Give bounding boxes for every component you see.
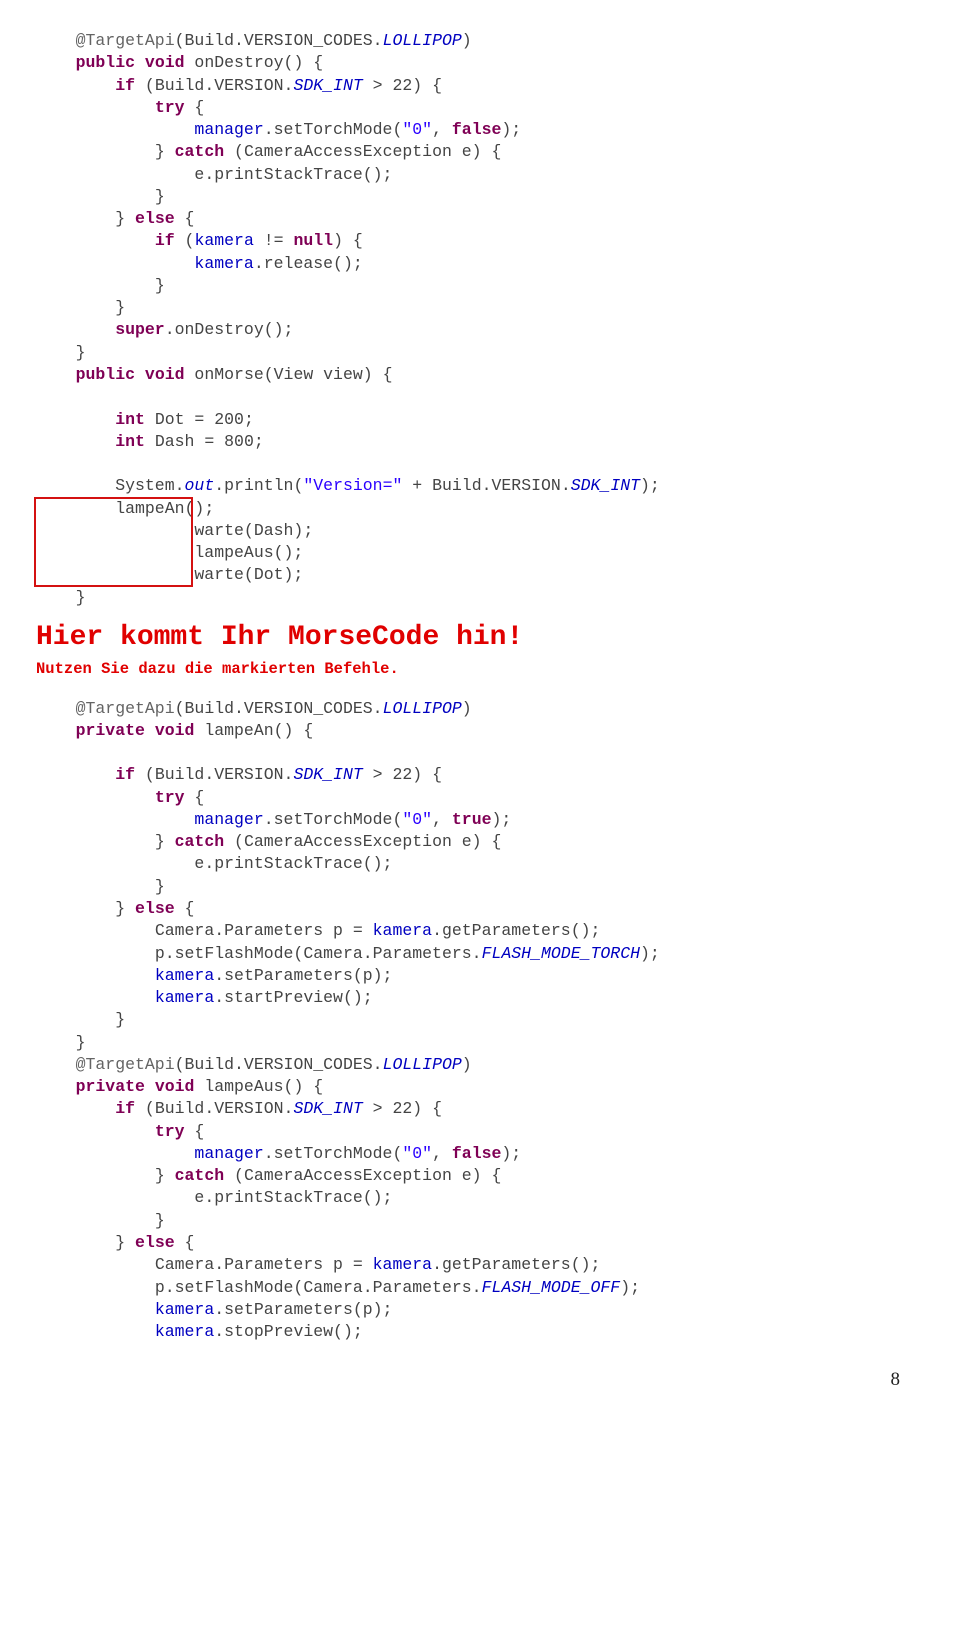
- heading: Hier kommt Ihr MorseCode hin!: [36, 619, 900, 657]
- highlighted-commands: lampeAn(); warte(Dash); lampeAus(); wart…: [36, 498, 313, 587]
- subheading: Nutzen Sie dazu die markierten Befehle.: [36, 659, 900, 680]
- code-block-lampeaus: @TargetApi(Build.VERSION_CODES.LOLLIPOP)…: [36, 1054, 900, 1343]
- code-block-onmorse: public void onMorse(View view) { int Dot…: [36, 364, 900, 609]
- page-number: 8: [36, 1367, 900, 1393]
- code-block-lampean: @TargetApi(Build.VERSION_CODES.LOLLIPOP)…: [36, 698, 900, 1054]
- code-block-ondestroy: @TargetApi(Build.VERSION_CODES.LOLLIPOP)…: [36, 30, 900, 364]
